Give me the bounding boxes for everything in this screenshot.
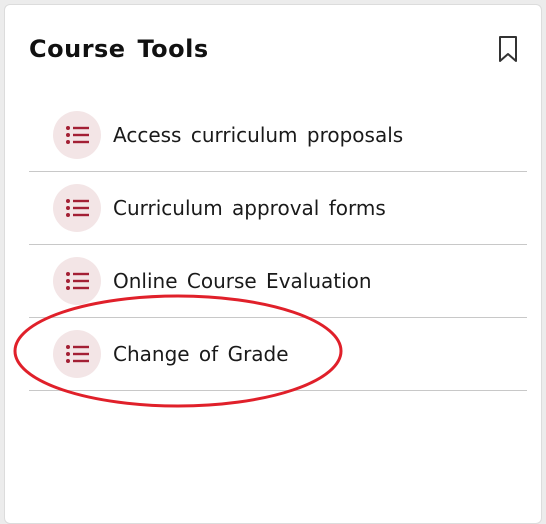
course-tools-list: Access curriculum proposals Curriculum a… bbox=[29, 99, 527, 391]
bookmark-icon[interactable] bbox=[497, 35, 519, 63]
list-icon bbox=[53, 257, 101, 305]
list-icon bbox=[53, 111, 101, 159]
list-icon bbox=[53, 330, 101, 378]
list-icon bbox=[53, 184, 101, 232]
list-item[interactable]: Online Course Evaluation bbox=[29, 245, 527, 318]
item-label: Change of Grade bbox=[113, 342, 289, 366]
item-label: Curriculum approval forms bbox=[113, 196, 386, 220]
item-label: Access curriculum proposals bbox=[113, 123, 404, 147]
list-item[interactable]: Curriculum approval forms bbox=[29, 172, 527, 245]
item-label: Online Course Evaluation bbox=[113, 269, 372, 293]
course-tools-card: Course Tools Access curriculum proposals bbox=[4, 4, 542, 524]
list-item[interactable]: Change of Grade bbox=[29, 318, 527, 391]
card-title: Course Tools bbox=[29, 35, 209, 63]
list-item[interactable]: Access curriculum proposals bbox=[29, 99, 527, 172]
